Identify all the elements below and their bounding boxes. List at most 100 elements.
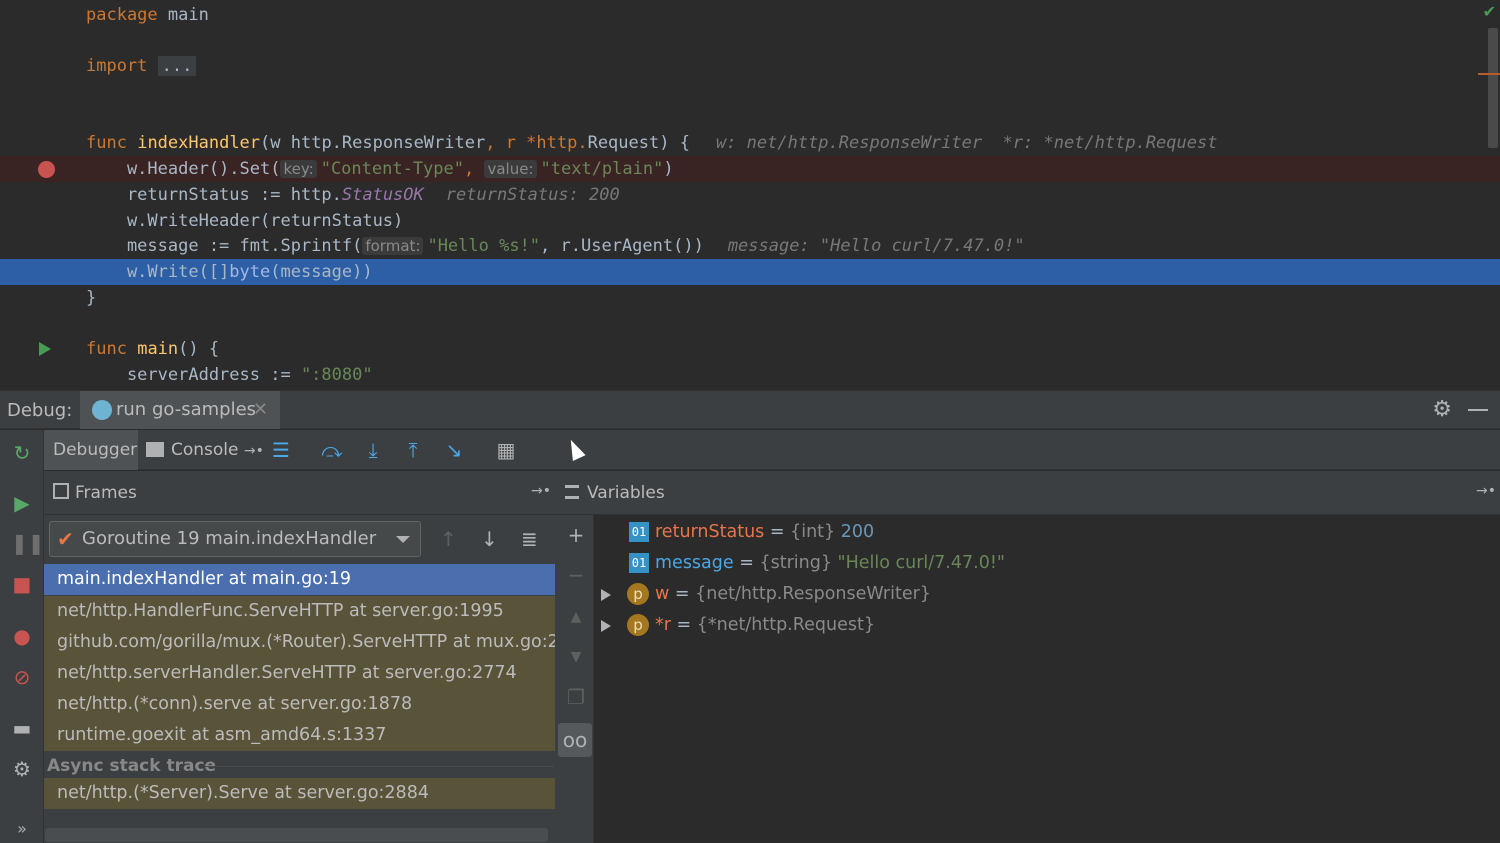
restore-layout-icon[interactable]: →•	[531, 483, 551, 499]
code-text: main	[157, 5, 209, 25]
step-into-icon[interactable]: ⤓	[361, 438, 385, 462]
code-text: w.Write([]	[86, 262, 230, 282]
async-frame-row[interactable]: net/http.(*Server).Serve at server.go:28…	[44, 778, 555, 809]
frame-row[interactable]: net/http.HandlerFunc.ServeHTTP at server…	[44, 596, 555, 627]
breakpoint-line[interactable]: w.Header().Set(key: "Content-Type", value…	[0, 156, 1500, 182]
parameter-icon: p	[627, 614, 649, 636]
tab-debugger[interactable]: Debugger	[44, 430, 138, 470]
string-literal: "Hello %s!"	[427, 236, 541, 256]
tab-console[interactable]: Console →•	[146, 430, 264, 470]
variable-type: {*net/http.Request}	[696, 615, 875, 635]
next-frame-icon[interactable]: ↓	[481, 527, 498, 551]
code-line[interactable]: func indexHandler(w http.ResponseWriter,…	[0, 130, 1500, 156]
view-breakpoints-icon[interactable]: ●	[11, 625, 33, 647]
show-execution-point-icon[interactable]: ☰	[269, 438, 293, 462]
goroutine-value: Goroutine 19 main.indexHandler	[82, 528, 377, 549]
keyword: func	[86, 339, 127, 359]
rerun-icon[interactable]: ↻	[11, 442, 33, 464]
chevron-down-icon	[396, 536, 410, 543]
code-text: message := fmt.Sprintf(	[86, 236, 363, 256]
frame-row[interactable]: net/http.(*conn).serve at server.go:1878	[44, 689, 555, 720]
constant: StatusOK	[341, 185, 424, 205]
pause-icon[interactable]: ❚❚	[11, 532, 45, 554]
variable-name: w	[655, 584, 670, 604]
frame-row[interactable]: github.com/gorilla/mux.(*Router).ServeHT…	[44, 627, 555, 658]
async-stack-trace-label: Async stack trace	[47, 756, 217, 776]
code-line[interactable]: returnStatus := http.StatusOK returnStatu…	[0, 182, 1500, 208]
tab-label: Debugger	[53, 440, 138, 460]
settings-icon[interactable]: ⚙	[11, 758, 33, 780]
run-to-cursor-icon[interactable]: ↘	[442, 438, 466, 462]
parameter-hint: format:	[362, 237, 424, 255]
variable-value: 200	[840, 522, 875, 542]
mute-breakpoints-icon[interactable]: ⊘	[11, 666, 33, 688]
code-line[interactable]: import ...	[0, 53, 1500, 79]
run-configuration-tab[interactable]: run go-samples ✕	[80, 391, 280, 429]
code-text: , r.UserAgent())	[540, 236, 704, 256]
breakpoint-icon[interactable]	[38, 161, 55, 178]
previous-frame-icon[interactable]: ↑	[440, 527, 457, 551]
folded-imports[interactable]: ...	[157, 56, 197, 76]
string-literal: ":8080"	[300, 365, 373, 385]
variables-title: Variables	[587, 483, 665, 503]
type-name: ResponseWriter	[341, 133, 486, 153]
run-gutter-icon[interactable]	[39, 342, 51, 356]
goroutine-select[interactable]: ✔ Goroutine 19 main.indexHandler	[49, 521, 421, 557]
code-text: (message))	[270, 262, 373, 282]
primitive-icon: 01	[629, 522, 649, 542]
step-out-icon[interactable]: ⤒	[401, 438, 425, 462]
code-editor[interactable]: ✔ package main import ... func indexHand…	[0, 0, 1500, 390]
restore-layout-icon[interactable]: →•	[1476, 483, 1496, 499]
move-down-icon[interactable]: ▼	[564, 645, 588, 669]
glasses-icon[interactable]: oo	[558, 723, 592, 757]
code-line[interactable]: w.WriteHeader(returnStatus)	[0, 208, 1500, 234]
move-up-icon[interactable]: ▲	[564, 605, 588, 629]
horizontal-scrollbar[interactable]	[45, 828, 548, 842]
code-line[interactable]: }	[0, 285, 1500, 311]
expand-arrow-icon[interactable]	[601, 620, 611, 632]
duplicate-icon[interactable]: ❐	[564, 685, 588, 709]
debug-label: Debug:	[7, 400, 73, 421]
string-literal: "text/plain"	[540, 159, 664, 179]
code-text: ,	[464, 159, 485, 179]
step-over-icon[interactable]: ⤼	[320, 438, 344, 462]
code-text: () {	[178, 339, 220, 359]
code-text: )	[663, 159, 674, 179]
debug-actions-bar: ↻ ▶ ❚❚ ■ ● ⊘ ▬ ⚙ »	[0, 430, 45, 843]
pin-icon[interactable]: →•	[244, 443, 264, 459]
run-tab-label: run go-samples	[116, 399, 257, 420]
inline-debug-value: message: "Hello curl/7.47.0!"	[727, 236, 1025, 256]
frame-row[interactable]: net/http.serverHandler.ServeHTTP at serv…	[44, 658, 555, 689]
variable-name: returnStatus	[655, 522, 765, 542]
layout-icon[interactable]: ▬	[11, 717, 33, 739]
gear-icon[interactable]: ⚙	[1432, 397, 1452, 422]
frames-menu-icon[interactable]: ≣	[521, 527, 538, 551]
frames-header: Frames →•	[44, 471, 557, 515]
execution-point-line[interactable]: w.Write([]byte(message))	[0, 259, 1500, 285]
keyword: func	[86, 133, 127, 153]
variables-header: Variables →•	[557, 471, 1500, 515]
variable-value: "Hello curl/7.47.0!"	[837, 553, 1005, 573]
expand-arrow-icon[interactable]	[601, 589, 611, 601]
code-line[interactable]: message := fmt.Sprintf(format: "Hello %s!…	[0, 233, 1500, 259]
minimize-icon[interactable]	[1468, 409, 1488, 411]
function-name: main	[137, 339, 179, 359]
variable-type: {net/http.ResponseWriter}	[695, 584, 931, 604]
resume-icon[interactable]: ▶	[11, 492, 33, 514]
code-text: returnStatus := http.	[86, 185, 342, 205]
variable-name: *r	[655, 615, 671, 635]
evaluate-expression-icon[interactable]: ▦	[494, 438, 518, 462]
code-line[interactable]: package main	[0, 2, 1500, 28]
parameter-hint: key:	[280, 160, 317, 178]
add-watch-icon[interactable]: +	[564, 523, 588, 547]
frame-row[interactable]: runtime.goexit at asm_amd64.s:1337	[44, 720, 555, 751]
code-text: ) {	[659, 133, 690, 153]
code-line[interactable]: serverAddress := ":8080"	[0, 362, 1500, 388]
code-line[interactable]: func main() {	[0, 336, 1500, 362]
remove-watch-icon[interactable]: −	[564, 563, 588, 587]
more-icon[interactable]: »	[11, 818, 33, 840]
stop-icon[interactable]: ■	[11, 573, 33, 595]
frame-row[interactable]: main.indexHandler at main.go:19	[44, 564, 555, 595]
equals-sign: =	[733, 553, 760, 573]
close-icon[interactable]: ✕	[253, 391, 268, 429]
